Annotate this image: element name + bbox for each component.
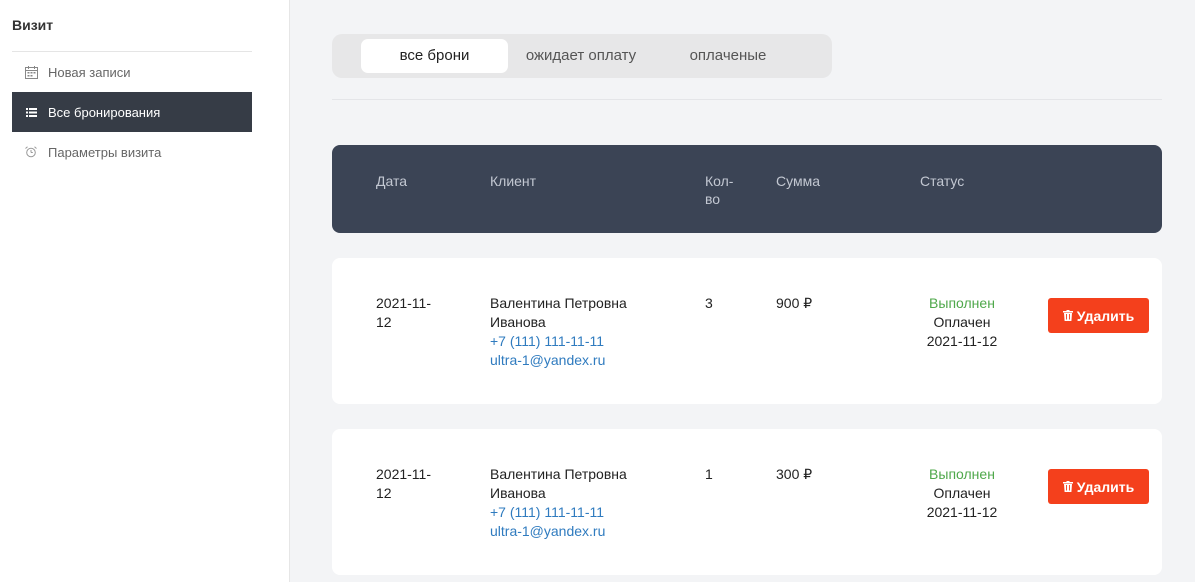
status-badge: Выполнен bbox=[929, 295, 995, 311]
sidebar-item-label: Все бронирования bbox=[48, 104, 161, 120]
list-icon bbox=[23, 104, 39, 120]
booking-date: 2021-11-12 bbox=[376, 295, 432, 330]
booking-qty: 3 bbox=[705, 295, 713, 311]
client-phone-link[interactable]: +7 (111) 111-11-11 bbox=[490, 503, 680, 522]
filter-tabs: все брони ожидает оплату оплаченые bbox=[332, 34, 832, 78]
status-badge: Выполнен bbox=[929, 466, 995, 482]
sidebar-item-visit-settings[interactable]: Параметры визита bbox=[12, 132, 252, 172]
booking-sum: 300 ₽ bbox=[776, 466, 813, 482]
table-row: 2021-11-12 Валентина Петровна Иванова +7… bbox=[332, 258, 1162, 404]
column-header-sum: Сумма bbox=[776, 173, 820, 189]
client-info: Валентина Петровна Иванова +7 (111) 111-… bbox=[490, 465, 680, 541]
client-name: Валентина Петровна Иванова bbox=[490, 466, 627, 501]
delete-button-label: Удалить bbox=[1076, 478, 1135, 495]
delete-button[interactable]: Удалить bbox=[1048, 469, 1149, 504]
payment-date: 2021-11-12 bbox=[926, 333, 998, 349]
booking-status: Выполнен Оплачен 2021-11-12 bbox=[892, 294, 1032, 351]
delete-button[interactable]: Удалить bbox=[1048, 298, 1149, 333]
trash-icon bbox=[1062, 308, 1077, 324]
tab-awaiting-payment[interactable]: ожидает оплату bbox=[512, 39, 650, 73]
alarm-clock-icon bbox=[23, 144, 39, 160]
payment-date: 2021-11-12 bbox=[926, 504, 998, 520]
tab-paid[interactable]: оплаченые bbox=[658, 39, 798, 73]
tab-all-bookings[interactable]: все брони bbox=[361, 39, 508, 73]
delete-button-label: Удалить bbox=[1076, 307, 1135, 324]
client-email-link[interactable]: ultra-1@yandex.ru bbox=[490, 351, 680, 370]
column-header-client: Клиент bbox=[490, 173, 537, 189]
table-header: Дата Клиент Кол-во Сумма Статус bbox=[332, 145, 1162, 233]
calendar-icon bbox=[23, 64, 39, 80]
client-info: Валентина Петровна Иванова +7 (111) 111-… bbox=[490, 294, 680, 370]
sidebar-item-new-booking[interactable]: Новая записи bbox=[12, 52, 252, 92]
sidebar-item-label: Новая записи bbox=[48, 64, 131, 80]
payment-status: Оплачен bbox=[933, 485, 991, 501]
sidebar: Визит Новая записи Все бронирования Пара… bbox=[0, 0, 290, 582]
sidebar-item-label: Параметры визита bbox=[48, 144, 162, 160]
divider bbox=[332, 99, 1162, 100]
column-header-status: Статус bbox=[920, 173, 965, 189]
sidebar-title: Визит bbox=[12, 17, 54, 33]
client-email-link[interactable]: ultra-1@yandex.ru bbox=[490, 522, 680, 541]
booking-sum: 900 ₽ bbox=[776, 295, 813, 311]
column-header-date: Дата bbox=[376, 173, 408, 189]
payment-status: Оплачен bbox=[933, 314, 991, 330]
client-name: Валентина Петровна Иванова bbox=[490, 295, 627, 330]
column-header-qty: Кол-во bbox=[705, 173, 734, 207]
booking-date: 2021-11-12 bbox=[376, 466, 432, 501]
booking-status: Выполнен Оплачен 2021-11-12 bbox=[892, 465, 1032, 522]
sidebar-item-all-bookings[interactable]: Все бронирования bbox=[12, 92, 252, 132]
client-phone-link[interactable]: +7 (111) 111-11-11 bbox=[490, 332, 680, 351]
booking-qty: 1 bbox=[705, 466, 713, 482]
table-row: 2021-11-12 Валентина Петровна Иванова +7… bbox=[332, 429, 1162, 575]
trash-icon bbox=[1062, 479, 1077, 495]
